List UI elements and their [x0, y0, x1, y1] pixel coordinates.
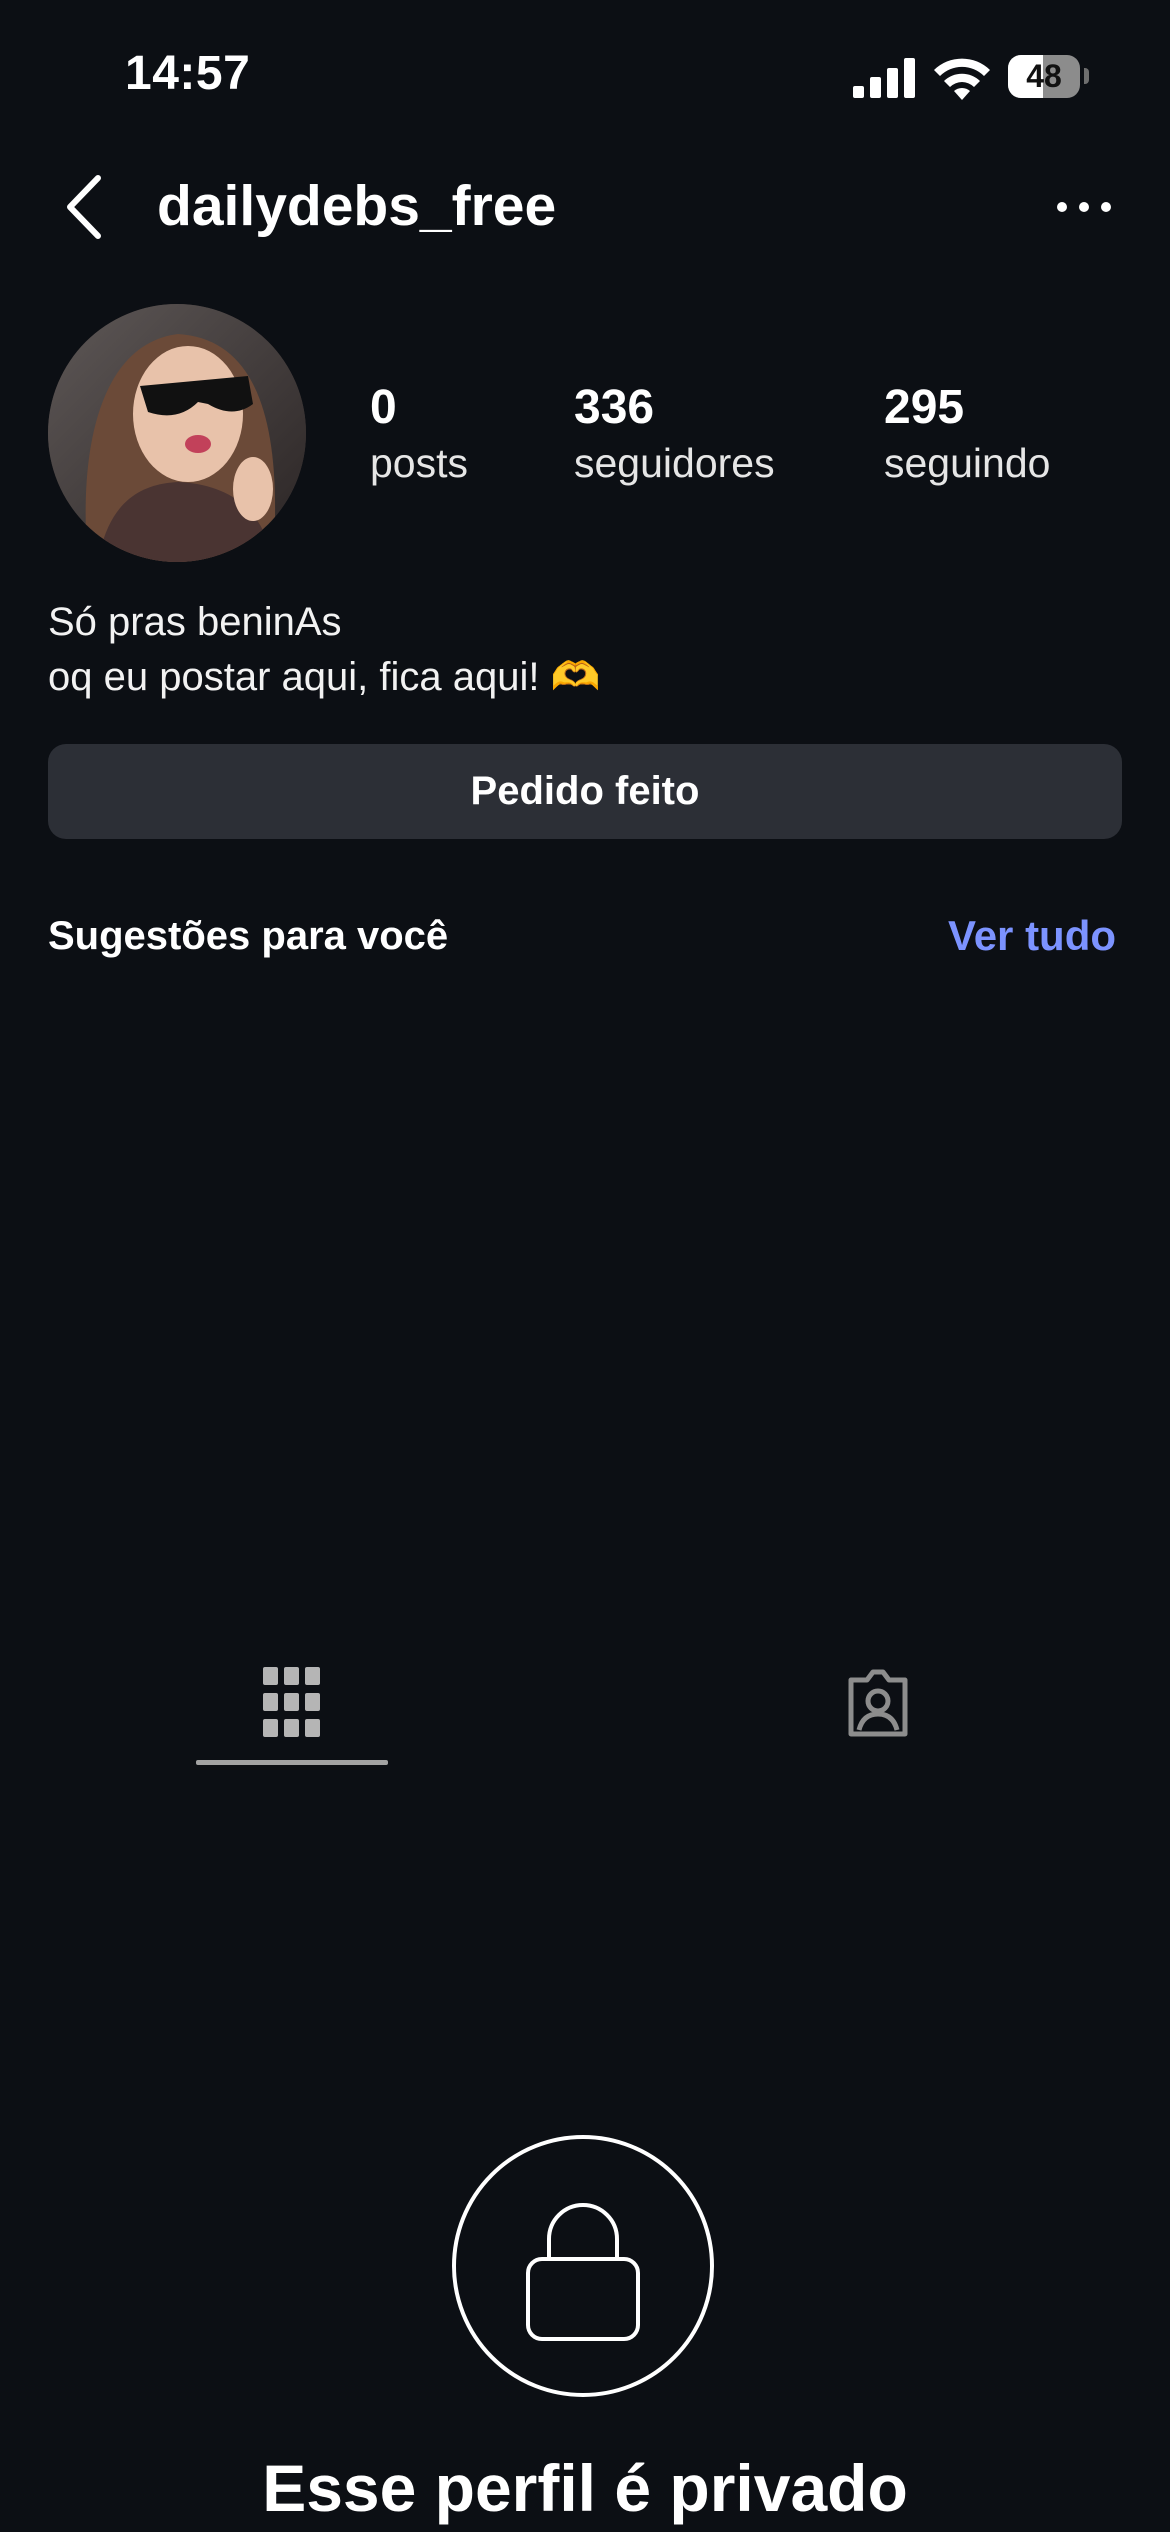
active-tab-indicator [196, 1760, 388, 1765]
request-sent-button[interactable]: Pedido feito [48, 744, 1122, 839]
lock-icon [526, 2203, 640, 2341]
stat-following-label: seguindo [884, 440, 1051, 486]
battery-nub [1084, 68, 1089, 84]
stat-posts-count: 0 [370, 381, 397, 434]
profile-username: dailydebs_free [157, 174, 557, 238]
bio-line-1: Só pras beninAs [48, 600, 342, 644]
wifi-icon [934, 58, 990, 100]
stat-posts: 0 posts [370, 380, 468, 490]
back-button[interactable] [60, 172, 110, 242]
tagged-icon [848, 1669, 908, 1737]
more-horizontal-icon [1057, 202, 1111, 212]
chevron-left-icon [67, 175, 101, 239]
stat-followers-count: 336 [574, 381, 655, 434]
battery-level: 48 [1026, 58, 1062, 94]
signal-icon [853, 58, 915, 98]
stat-followers[interactable]: 336 seguidores [574, 380, 775, 490]
avatar[interactable] [48, 304, 306, 562]
tab-grid[interactable] [263, 1667, 321, 1737]
see-all-link[interactable]: Ver tudo [948, 912, 1116, 960]
stat-following[interactable]: 295 seguindo [884, 380, 1050, 490]
battery-icon: 48 [1008, 55, 1080, 98]
status-time: 14:57 [125, 47, 251, 100]
bio-line-2: oq eu postar aqui, fica aqui! 🫶 [48, 655, 601, 699]
profile-bio: Só pras beninAs oq eu postar aqui, fica … [48, 595, 600, 705]
grid-icon [263, 1667, 320, 1737]
private-lock-circle [452, 2135, 714, 2397]
tab-tagged[interactable] [843, 1668, 913, 1738]
private-profile-title: Esse perfil é privado [262, 2451, 908, 2525]
profile-screen: 14:57 48 dailydebs_free 0 posts 336 segu… [0, 0, 1170, 2532]
stat-following-count: 295 [884, 381, 965, 434]
stat-posts-label: posts [370, 440, 468, 486]
suggestions-title: Sugestões para você [48, 914, 449, 958]
more-options-button[interactable] [1054, 190, 1114, 224]
stat-followers-label: seguidores [574, 440, 775, 486]
avatar-photo [48, 304, 306, 562]
